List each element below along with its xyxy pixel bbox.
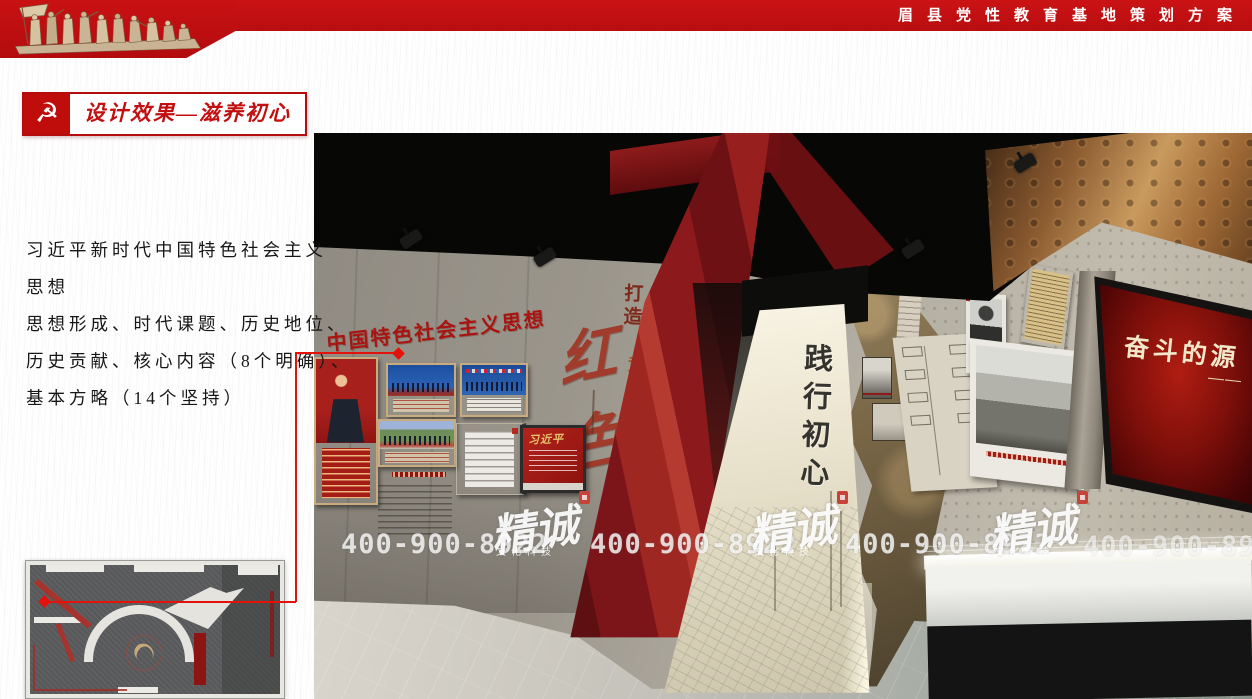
led-screen-dash: —— [1207, 369, 1243, 390]
watermark-logo: 精诚 文化科技 [748, 495, 868, 565]
case-plinth [927, 620, 1252, 699]
wall-heading-strip [378, 470, 460, 479]
callout-line-top [296, 352, 396, 354]
plan-wall [46, 565, 104, 572]
blue-group-photo [388, 365, 454, 396]
red-seal-icon [1077, 491, 1088, 504]
plan-center-emblem [126, 635, 162, 671]
caption [388, 396, 454, 415]
desc-line: 历史贡献、核心内容（8个明确）、 [26, 343, 334, 380]
plan-red-wall [194, 633, 206, 685]
bw-group-photo [976, 345, 1078, 456]
watermark-logo: 精诚 文化科技 [988, 495, 1108, 565]
banner-title: 眉县党性教育基地策划方案 [898, 0, 1246, 31]
desc-line: 基本方略（14个坚持） [26, 380, 334, 417]
plan-wall [238, 565, 278, 575]
mountain-group-photo [380, 421, 454, 449]
led-screen-title: 奋斗的源 [1122, 327, 1241, 375]
logo-subtext: 文化科技 [496, 543, 556, 558]
caption [380, 449, 454, 466]
desc-line: 思想 [26, 269, 334, 306]
screen-footer [523, 483, 583, 490]
logo-subtext: 文化科技 [754, 543, 814, 558]
desc-line: 习近平新时代中国特色社会主义 [26, 232, 334, 269]
screen-text-lines [529, 450, 577, 472]
mini-red-screen: 习近平 [520, 425, 586, 493]
exhibition-floor-plan [25, 560, 285, 699]
desc-line: 思想形成、时代课题、历史地位、 [26, 306, 334, 343]
red-text-panel [316, 443, 376, 503]
poster-congress-group [386, 363, 456, 417]
party-emblem-icon: ☭ [35, 100, 59, 127]
callout-line-vertical [295, 352, 297, 602]
chart-connector [924, 346, 941, 475]
section-header: ☭ 设计效果—滋养初心 [22, 92, 307, 136]
mini-screen-title: 习近平 [528, 430, 565, 447]
blue-group-photo2 [462, 365, 526, 395]
red-seal-icon [837, 491, 848, 504]
callout-line-bottom [44, 601, 296, 603]
white-exhibit-board [456, 423, 526, 495]
slide-page: 奋斗的源 —— 中国特色社会主义思想 打造 红色 竞争力 [0, 0, 1252, 699]
watermark-phone: 400-900-8922 [1083, 531, 1252, 562]
red-mark [512, 428, 518, 434]
case-body [925, 559, 1252, 629]
emblem-swirl-icon [131, 640, 158, 667]
banner-left-shape [0, 0, 236, 58]
plan-red-outline [33, 645, 127, 691]
party-emblem-box: ☭ [24, 94, 70, 134]
section-title: 设计效果—滋养初心 [70, 94, 305, 134]
aged-text-panel [1019, 263, 1074, 351]
historic-photo [862, 357, 892, 399]
description-text: 习近平新时代中国特色社会主义 思想 思想形成、时代课题、历史地位、 历史贡献、核… [26, 232, 334, 417]
poster-summit-group [460, 363, 528, 417]
poster-outdoor-group [378, 419, 456, 467]
logo-subtext: 文化科技 [994, 543, 1054, 558]
caption [462, 395, 526, 415]
red-seal-icon [579, 491, 590, 504]
watermark-logo: 精诚 文化科技 [490, 495, 610, 565]
revolution-relief-sculpture [6, 2, 206, 56]
plan-wall [134, 565, 204, 572]
exhibition-rendering: 奋斗的源 —— 中国特色社会主义思想 打造 红色 竞争力 [314, 133, 1252, 699]
